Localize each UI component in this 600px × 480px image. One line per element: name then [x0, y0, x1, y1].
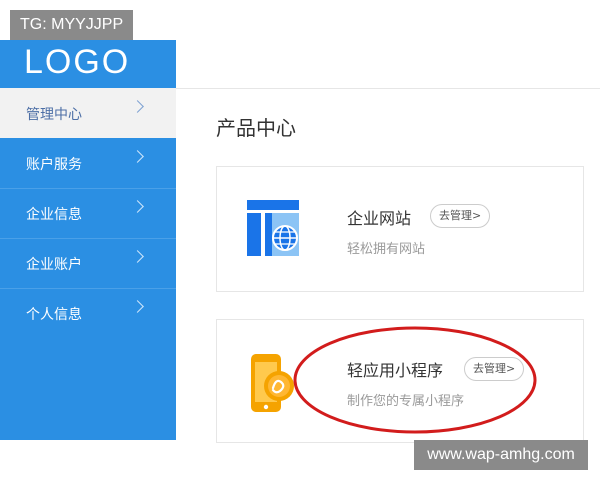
card-title: 企业网站	[347, 209, 412, 228]
chevron-right-icon	[131, 200, 144, 213]
product-card-website: 企业网站 去管理> 轻松拥有网站	[216, 166, 584, 292]
sidebar-item-company-account[interactable]: 企业账户	[0, 238, 176, 288]
sidebar-item-label: 管理中心	[26, 107, 82, 123]
sidebar-item-label: 企业账户	[26, 257, 82, 273]
website-icon	[247, 200, 299, 256]
chevron-right-icon	[131, 100, 144, 113]
highlight-ellipse	[293, 326, 537, 434]
sidebar-item-label: 个人信息	[26, 307, 82, 323]
card-description: 轻松拥有网站	[347, 242, 426, 257]
sidebar-item-company-info[interactable]: 企业信息	[0, 188, 176, 238]
sidebar-item-personal-info[interactable]: 个人信息	[0, 288, 176, 338]
chevron-right-icon	[131, 300, 144, 313]
manage-button[interactable]: 去管理>	[430, 204, 491, 228]
page-title: 产品中心	[216, 116, 296, 140]
sidebar-item-account-service[interactable]: 账户服务	[0, 138, 176, 188]
watermark-top: TG: MYYJJPP	[10, 10, 134, 40]
sidebar-item-label: 企业信息	[26, 207, 82, 223]
watermark-bottom: www.wap-amhg.com	[414, 440, 588, 470]
sidebar-item-label: 账户服务	[26, 157, 82, 173]
sidebar-item-management-center[interactable]: 管理中心	[0, 88, 176, 138]
logo[interactable]: LOGO	[0, 40, 176, 88]
chevron-right-icon	[131, 250, 144, 263]
sidebar: 管理中心 账户服务 企业信息 企业账户 个人信息	[0, 88, 176, 440]
chevron-right-icon	[131, 150, 144, 163]
